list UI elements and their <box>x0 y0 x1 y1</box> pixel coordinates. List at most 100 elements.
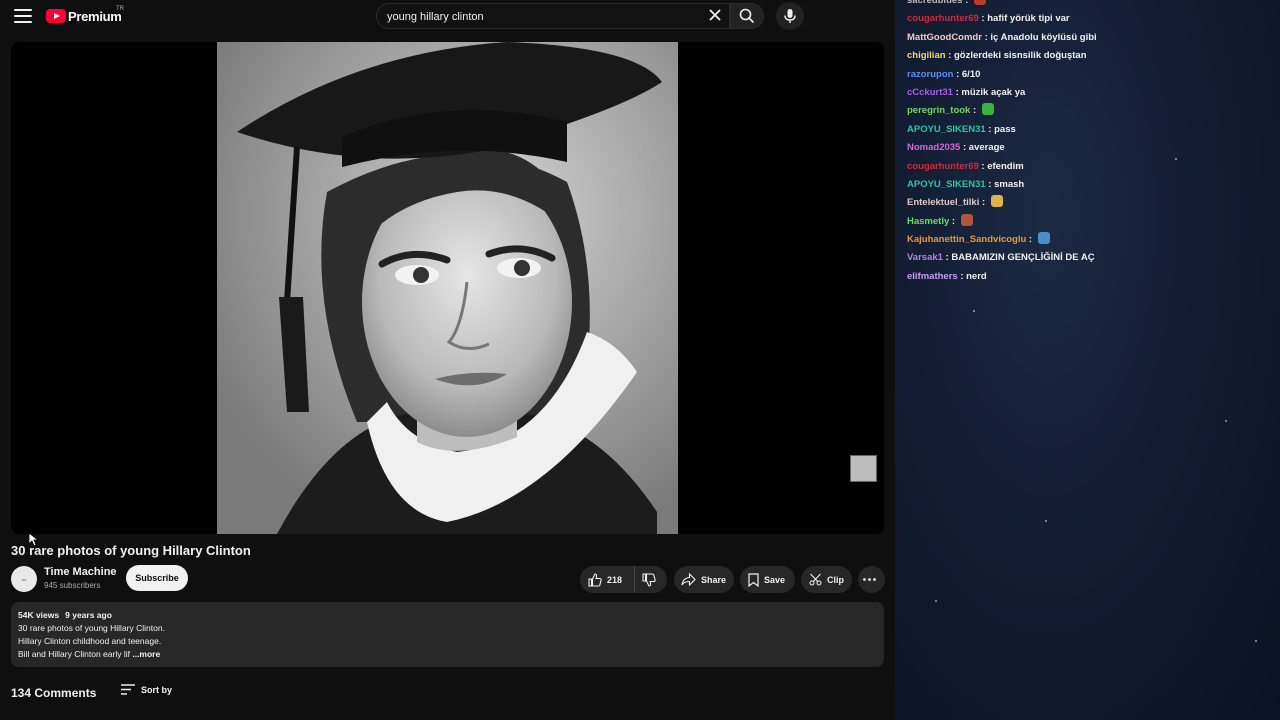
chat-username[interactable]: cougarhunter69 <box>907 161 979 172</box>
chat-username[interactable]: sacredblues <box>907 0 962 6</box>
chat-message-list: sacredblues : cougarhunter69 : hafif yör… <box>907 0 1277 286</box>
chat-text: : pass <box>985 123 1016 135</box>
chat-text: : hafif yörük tipi var <box>978 13 1070 25</box>
background-star <box>973 310 975 312</box>
video-player[interactable] <box>11 42 884 534</box>
chat-text: : average <box>960 142 1005 154</box>
chat-text: : BABAMIZIN GENÇLİĞİNİ DE AÇ <box>942 252 1095 264</box>
chat-message: cougarhunter69 : hafif yörük tipi var <box>907 10 1277 28</box>
chat-overlay: sacredblues : cougarhunter69 : hafif yör… <box>895 0 1280 720</box>
chat-username[interactable]: chigilian <box>907 50 946 61</box>
dislike-button[interactable] <box>635 566 667 593</box>
chat-username[interactable]: Kajuhanettin_Sandvicoglu <box>907 234 1026 245</box>
like-button[interactable]: 218 <box>580 566 635 593</box>
top-bar: Premium TR <box>0 0 895 32</box>
video-description[interactable]: 54K views 9 years ago 30 rare photos of y… <box>11 602 884 667</box>
youtube-premium-logo[interactable]: Premium <box>46 8 122 24</box>
clear-search-icon[interactable] <box>708 8 722 22</box>
video-frame-portrait <box>217 42 678 534</box>
chat-username[interactable]: cCckurt31 <box>907 87 953 98</box>
chat-text: : smash <box>985 178 1025 190</box>
video-title: 30 rare photos of young Hillary Clinton <box>11 543 251 558</box>
upload-age: 9 years ago <box>65 610 112 620</box>
chat-text: : <box>949 215 958 227</box>
chat-emote-icon <box>1037 232 1050 245</box>
clip-label: Clip <box>827 574 844 585</box>
search-icon <box>739 8 755 24</box>
thumbs-up-icon <box>588 572 602 587</box>
background-star <box>935 600 937 602</box>
youtube-watch-page: Premium TR young hillary clinton 30 rare… <box>0 0 895 720</box>
bookmark-icon <box>748 572 759 587</box>
sort-comments-button[interactable]: Sort by <box>121 684 172 695</box>
description-line: Bill and Hillary Clinton early lif <box>18 649 130 659</box>
chat-username[interactable]: cougarhunter69 <box>907 13 979 24</box>
logo-text: Premium <box>68 8 122 24</box>
chat-message: Hasmetly : <box>907 213 1277 231</box>
chat-message: peregrin_took : <box>907 102 1277 120</box>
background-star <box>1045 520 1047 522</box>
subscriber-count: 945 subscribers <box>44 581 101 590</box>
save-button[interactable]: Save <box>740 566 795 593</box>
show-more-link[interactable]: ...more <box>132 649 160 659</box>
chat-text: : <box>970 105 979 117</box>
description-line-truncated: Bill and Hillary Clinton early lif ...mo… <box>18 648 877 661</box>
chat-text: : gözlerdeki sisnsilik doğuştan <box>945 50 1087 62</box>
chat-username[interactable]: Entelektuel_tilki <box>907 197 979 208</box>
share-button[interactable]: Share <box>674 566 734 593</box>
chat-username[interactable]: Varsak1 <box>907 252 943 263</box>
chat-message: APOYU_SIKEN31 : smash <box>907 176 1277 194</box>
description-meta: 54K views 9 years ago <box>18 609 877 622</box>
chat-message: Nomad2035 : average <box>907 139 1277 157</box>
chat-text: : 6/10 <box>953 68 981 80</box>
portrait-image <box>217 42 678 534</box>
chat-emote-icon <box>990 195 1003 208</box>
more-actions-button[interactable] <box>858 566 885 593</box>
search-button[interactable] <box>730 3 764 29</box>
voice-search-button[interactable] <box>776 2 804 30</box>
chat-username[interactable]: peregrin_took <box>907 105 970 116</box>
background-star <box>1225 420 1227 422</box>
chat-username[interactable]: elifmathers <box>907 271 958 282</box>
hamburger-menu-icon[interactable] <box>13 6 33 26</box>
search-input[interactable] <box>387 8 697 25</box>
chat-text: : efendim <box>978 160 1024 172</box>
chat-text: : <box>1026 234 1035 246</box>
channel-watermark-icon[interactable] <box>850 455 877 482</box>
chat-text: : nerd <box>957 270 987 282</box>
share-arrow-icon <box>681 573 696 586</box>
chat-emote-icon <box>973 0 986 5</box>
scissors-icon <box>809 573 822 586</box>
subscribe-button[interactable]: Subscribe <box>126 565 188 591</box>
search-box <box>376 3 730 29</box>
description-line: 30 rare photos of young Hillary Clinton. <box>18 623 165 633</box>
sort-icon <box>121 684 135 695</box>
chat-message: chigilian : gözlerdeki sisnsilik doğuşta… <box>907 47 1277 65</box>
chat-emote-icon <box>981 103 994 116</box>
logo-country-code: TR <box>116 6 124 12</box>
view-count: 54K views <box>18 610 60 620</box>
chat-message: cougarhunter69 : efendim <box>907 158 1277 176</box>
clip-button[interactable]: Clip <box>801 566 852 593</box>
chat-message: MattGoodComdr : iç Anadolu köylüsü gibi <box>907 29 1277 47</box>
more-horizontal-icon <box>862 578 876 581</box>
channel-name[interactable]: Time Machine <box>44 566 117 578</box>
chat-message: sacredblues : <box>907 0 1277 10</box>
chat-message: razorupon : 6/10 <box>907 66 1277 84</box>
microphone-icon <box>784 9 796 23</box>
chat-username[interactable]: Hasmetly <box>907 216 949 227</box>
chat-username[interactable]: Nomad2035 <box>907 142 960 153</box>
chat-text: : müzik açak ya <box>952 86 1026 98</box>
chat-emote-icon <box>960 213 973 226</box>
background-star <box>1255 640 1257 642</box>
chat-username[interactable]: APOYU_SIKEN31 <box>907 179 986 190</box>
comments-count: 134 Comments <box>11 686 97 700</box>
sort-label: Sort by <box>141 684 173 695</box>
chat-message: Kajuhanettin_Sandvicoglu : <box>907 231 1277 249</box>
chat-message: APOYU_SIKEN31 : pass <box>907 121 1277 139</box>
chat-username[interactable]: MattGoodComdr <box>907 32 982 43</box>
channel-avatar[interactable]: ▪▪▪ <box>11 566 37 592</box>
chat-username[interactable]: razorupon <box>907 69 953 80</box>
chat-username[interactable]: APOYU_SIKEN31 <box>907 124 986 135</box>
description-line: Hillary Clinton childhood and teenage. <box>18 636 162 646</box>
